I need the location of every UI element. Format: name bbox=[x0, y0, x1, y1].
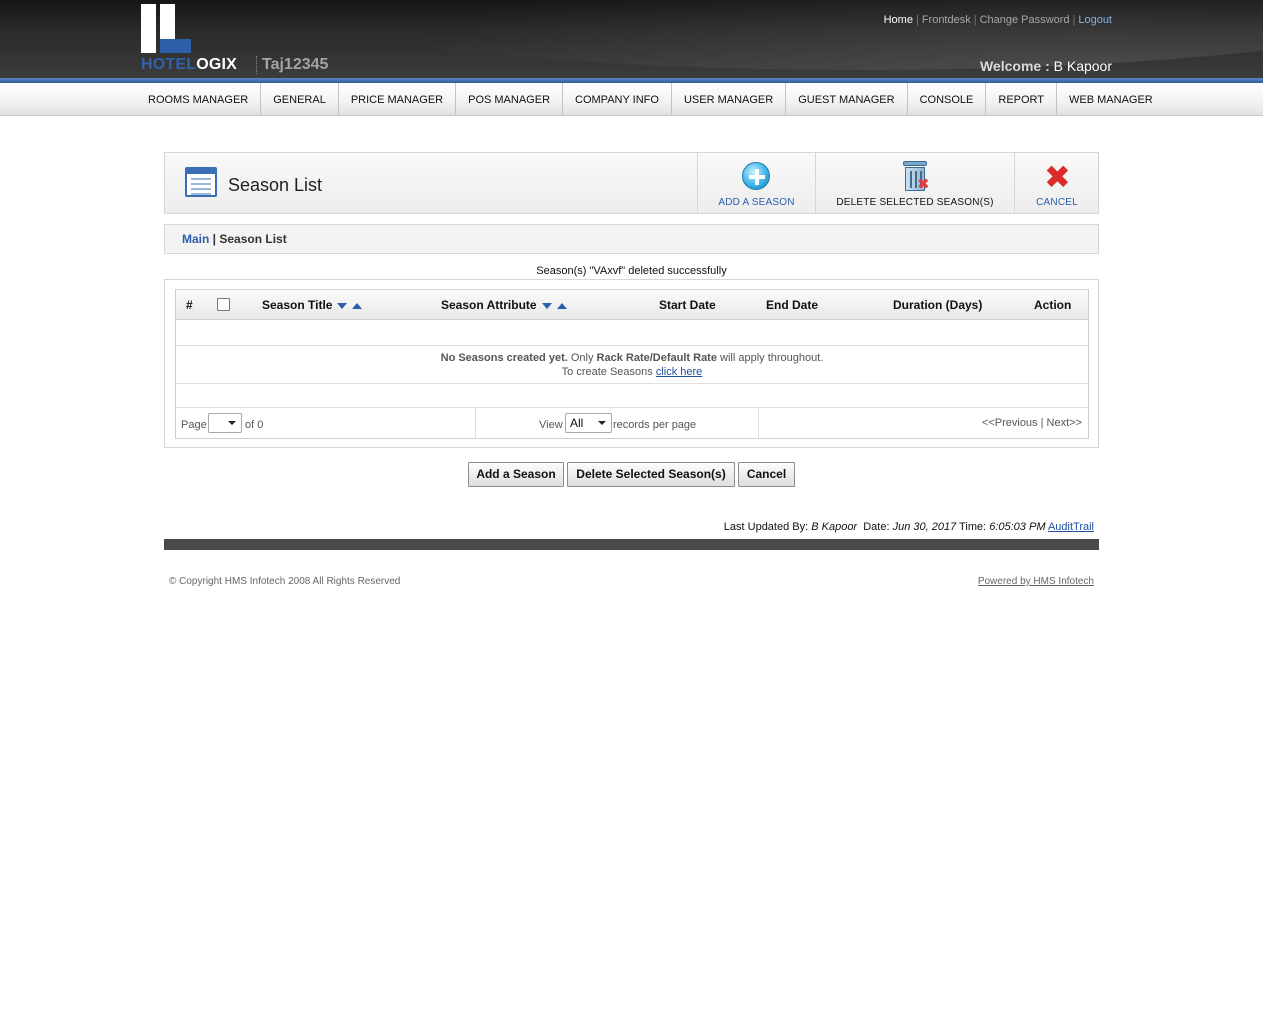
page-title: Season List bbox=[228, 175, 323, 195]
breadcrumb-separator: | bbox=[209, 232, 220, 246]
empty-state-text: Only bbox=[567, 352, 597, 364]
chevron-down-icon bbox=[228, 421, 236, 425]
create-seasons-text: To create Seasons bbox=[561, 366, 656, 378]
last-updated-user: B Kapoor bbox=[811, 521, 858, 533]
hotelogix-logo-mark[interactable] bbox=[141, 4, 193, 54]
table-row bbox=[176, 384, 1088, 408]
footer-bar bbox=[164, 539, 1099, 550]
table-row bbox=[176, 321, 1088, 346]
col-season-attribute: Season Attribute bbox=[441, 298, 567, 312]
cancel-toolbar-button[interactable]: ✖ CANCEL bbox=[1014, 153, 1099, 213]
logo-divider bbox=[256, 56, 257, 74]
time-value: 6:05:03 PM bbox=[989, 521, 1046, 533]
trash-icon: ✖ bbox=[903, 161, 930, 192]
cancel-toolbar-label: CANCEL bbox=[1036, 197, 1078, 208]
season-list-panel: # Season Title Season Attribute Start Da… bbox=[164, 279, 1099, 448]
frontdesk-link[interactable]: Frontdesk bbox=[922, 14, 971, 26]
logout-link[interactable]: Logout bbox=[1078, 14, 1112, 26]
prev-next-links[interactable]: <<Previous | Next>> bbox=[982, 417, 1082, 429]
menu-company-info[interactable]: COMPANY INFO bbox=[563, 83, 672, 115]
col-end-date: End Date bbox=[766, 298, 819, 312]
cancel-button[interactable]: Cancel bbox=[738, 462, 795, 487]
menu-general[interactable]: GENERAL bbox=[261, 83, 339, 115]
main-menu: ROOMS MANAGER GENERAL PRICE MANAGER POS … bbox=[0, 83, 1263, 116]
delete-seasons-toolbar-label: DELETE SELECTED SEASON(S) bbox=[836, 197, 994, 208]
menu-rooms-manager[interactable]: ROOMS MANAGER bbox=[136, 83, 262, 115]
empty-state-text2: will apply throughout. bbox=[716, 352, 824, 364]
records-per-page-select[interactable]: All bbox=[565, 413, 612, 433]
hotelogix-logo-text[interactable]: HOTELOGIX bbox=[141, 56, 237, 74]
empty-state-row: No Seasons created yet. Only Rack Rate/D… bbox=[176, 346, 1088, 384]
menu-console[interactable]: CONSOLE bbox=[908, 83, 987, 115]
top-links: Home | Frontdesk | Change Password | Logout bbox=[883, 14, 1112, 26]
menu-price-manager[interactable]: PRICE MANAGER bbox=[339, 83, 457, 115]
menu-user-manager[interactable]: USER MANAGER bbox=[672, 83, 787, 115]
last-updated-label: Last Updated By: bbox=[723, 521, 812, 533]
status-message: Season(s) "VAxvf" deleted successfully bbox=[536, 265, 727, 277]
date-value: Jun 30, 2017 bbox=[892, 521, 957, 533]
welcome-label: Welcome : bbox=[979, 58, 1050, 74]
add-season-toolbar-button[interactable]: ADD A SEASON bbox=[697, 153, 815, 213]
close-icon: ✖ bbox=[1044, 159, 1071, 195]
breadcrumb-main-link[interactable]: Main bbox=[182, 232, 209, 246]
empty-state-rate: Rack Rate/Default Rate bbox=[596, 352, 717, 364]
add-season-toolbar-label: ADD A SEASON bbox=[718, 197, 795, 208]
breadcrumb-current: Season List bbox=[219, 232, 287, 246]
header-swoosh bbox=[260, 0, 1263, 70]
welcome-user: B Kapoor bbox=[1053, 58, 1112, 74]
title-panel: Season List ADD A SEASON ✖ DELETE SELECT… bbox=[164, 152, 1099, 214]
home-link[interactable]: Home bbox=[884, 14, 913, 26]
records-label: records per page bbox=[613, 419, 697, 431]
breadcrumb: Main | Season List bbox=[164, 224, 1099, 254]
powered-by-link[interactable]: Powered by HMS Infotech bbox=[978, 576, 1094, 587]
col-number: # bbox=[186, 298, 193, 312]
add-circle-icon bbox=[742, 162, 770, 190]
change-password-link[interactable]: Change Password bbox=[980, 14, 1070, 26]
col-duration: Duration (Days) bbox=[893, 298, 983, 312]
page-label: Page bbox=[181, 419, 207, 431]
menu-pos-manager[interactable]: POS MANAGER bbox=[456, 83, 564, 115]
empty-state-line1: No Seasons created yet. Only Rack Rate/D… bbox=[176, 351, 1088, 365]
pager: Page of 0 View All records per page <<Pr… bbox=[176, 408, 1088, 439]
table-header: # Season Title Season Attribute Start Da… bbox=[176, 290, 1088, 320]
copyright-text: © Copyright HMS Infotech 2008 All Rights… bbox=[169, 576, 401, 587]
pager-nav-cell: <<Previous | Next>> bbox=[759, 408, 1088, 439]
delete-seasons-toolbar-button[interactable]: ✖ DELETE SELECTED SEASON(S) bbox=[815, 153, 1014, 213]
col-season-title-label: Season Title bbox=[262, 298, 333, 312]
col-season-title: Season Title bbox=[262, 298, 363, 312]
list-icon bbox=[185, 167, 217, 197]
empty-state-bold: No Seasons created yet. bbox=[440, 352, 568, 364]
chevron-down-icon bbox=[598, 421, 606, 425]
welcome-text: Welcome : B Kapoor bbox=[980, 58, 1112, 74]
select-all-checkbox[interactable] bbox=[217, 298, 230, 311]
season-table: # Season Title Season Attribute Start Da… bbox=[175, 289, 1089, 439]
hotel-code: Taj12345 bbox=[262, 56, 329, 73]
col-season-attribute-label: Season Attribute bbox=[441, 298, 537, 312]
sort-asc-icon[interactable] bbox=[352, 302, 363, 309]
create-seasons-link[interactable]: click here bbox=[656, 366, 702, 378]
last-updated-info: Last Updated By: B Kapoor Date: Jun 30, … bbox=[724, 521, 1094, 533]
pager-view-cell: View All records per page bbox=[476, 408, 759, 439]
menu-report[interactable]: REPORT bbox=[986, 83, 1058, 115]
view-label: View bbox=[539, 419, 563, 431]
page-select[interactable] bbox=[208, 413, 242, 433]
time-label: Time: bbox=[956, 521, 990, 533]
col-action: Action bbox=[1034, 298, 1072, 312]
delete-selected-seasons-button[interactable]: Delete Selected Season(s) bbox=[567, 462, 735, 487]
menu-web-manager[interactable]: WEB MANAGER bbox=[1057, 83, 1165, 115]
sort-desc-icon[interactable] bbox=[541, 302, 552, 309]
app-header: HOTELOGIX Taj12345 Home | Frontdesk | Change… bbox=[0, 0, 1263, 78]
date-label: Date: bbox=[857, 521, 893, 533]
pager-page-cell: Page of 0 bbox=[176, 408, 476, 439]
menu-guest-manager[interactable]: GUEST MANAGER bbox=[786, 83, 908, 115]
sort-desc-icon[interactable] bbox=[337, 302, 348, 309]
add-season-button[interactable]: Add a Season bbox=[468, 462, 564, 487]
col-start-date: Start Date bbox=[659, 298, 716, 312]
empty-state-line2: To create Seasons click here bbox=[176, 365, 1088, 379]
audit-trail-link[interactable]: AuditTrail bbox=[1048, 521, 1094, 533]
sort-asc-icon[interactable] bbox=[556, 302, 567, 309]
page-of-label: of 0 bbox=[245, 419, 264, 431]
